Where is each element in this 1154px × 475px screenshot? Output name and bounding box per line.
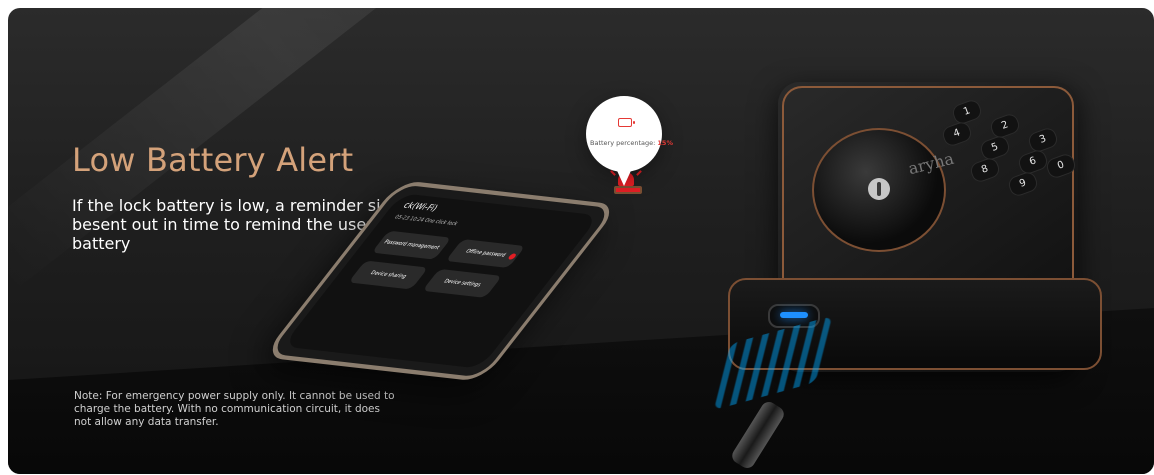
key-8: 8 (968, 155, 1002, 185)
key-2: 2 (988, 111, 1022, 141)
app-subtitle: 05-23 10:24 One click lock (392, 214, 460, 228)
keypad: 1 2 3 4 5 6 8 9 0 (940, 94, 1078, 204)
battery-popup: Battery percentage: 15% (586, 96, 673, 186)
key-5: 5 (978, 133, 1012, 163)
key-3: 3 (1026, 125, 1060, 155)
siren-ray (636, 170, 642, 176)
app-title: ck(Wi-Fi) (401, 200, 440, 213)
lock-knob (812, 128, 946, 252)
key-6: 6 (1016, 147, 1050, 177)
keyhole-icon (868, 178, 890, 200)
tile-device-sharing: Device sharing (348, 260, 429, 290)
tile-password-management: Password management (371, 230, 452, 260)
key-9: 9 (1006, 169, 1040, 199)
battery-value: 15% (657, 139, 673, 147)
battery-label: Battery percentage: (590, 139, 656, 147)
siren-base (614, 186, 642, 194)
hero-banner: Low Battery Alert If the lock battery is… (8, 8, 1154, 474)
tile-device-settings: Device settings (422, 268, 503, 298)
battery-icon (618, 118, 635, 127)
battery-percentage: Battery percentage: 15% (590, 139, 673, 147)
headline: Low Battery Alert (72, 141, 354, 179)
key-4: 4 (940, 119, 974, 149)
key-0: 0 (1044, 151, 1078, 181)
key-1: 1 (950, 97, 984, 127)
note-text: Note: For emergency power supply only. I… (74, 390, 395, 428)
